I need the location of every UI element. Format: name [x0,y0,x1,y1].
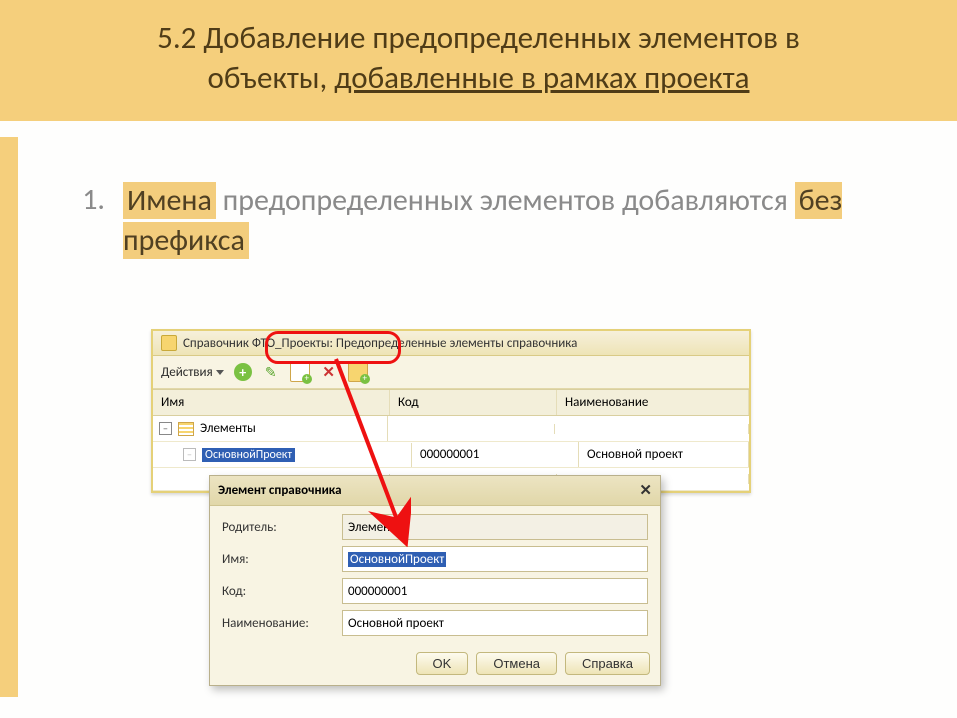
dialog-body: Родитель: Элементы Имя: ОсновнойПроект К… [210,506,660,646]
add-group-icon[interactable] [348,362,368,382]
label-name: Имя: [222,552,342,567]
table-row[interactable]: − ОсновнойПроект 000000001 Основной прое… [153,442,749,468]
label-code: Код: [222,584,342,599]
row-elements-label: Элементы [200,421,256,436]
actions-label: Действия [161,365,213,380]
title-line2-underlined: добавленные в рамках проекта [334,59,749,97]
folder-icon [178,422,194,436]
add-icon[interactable]: + [234,363,252,381]
catalog-window: Справочник ФТО_Проекты: Предопределенные… [151,329,751,493]
parent-field[interactable]: Элементы [342,514,648,540]
title-line1: 5.2 Добавление предопределенных элементо… [157,19,800,57]
code-field[interactable]: 000000001 [342,578,648,604]
list-item-1: 1. Имена предопределенных элементов доба… [55,181,897,262]
window-titlebar: Справочник ФТО_Проекты: Предопределенные… [153,331,749,356]
label-title: Наименование: [222,616,342,631]
toolbar: Действия + ✎ ✕ [153,356,749,389]
delete-icon[interactable]: ✕ [320,363,338,381]
help-button[interactable]: Справка [565,652,650,675]
label-parent: Родитель: [222,520,342,535]
collapse-icon[interactable]: − [159,422,172,435]
add-item-icon[interactable] [290,362,310,382]
slide-header: 5.2 Добавление предопределенных элементо… [0,0,957,126]
dialog-titlebar: Элемент справочника ✕ [210,476,660,506]
row-code: 000000001 [412,442,579,467]
left-accent-strip [0,137,18,697]
title-field[interactable]: Основной проект [342,610,648,636]
highlight-names: Имена [123,182,216,219]
slide-title: 5.2 Добавление предопределенных элементо… [30,18,927,99]
dialog-buttons: OK Отмена Справка [210,646,660,685]
title-line2a: объекты, [208,59,335,97]
annotation-oval [265,331,401,364]
actions-dropdown[interactable]: Действия [161,365,224,380]
cancel-button[interactable]: Отмена [476,652,557,675]
list-text: Имена предопределенных элементов добавля… [123,181,897,262]
col-code: Код [390,390,557,415]
list-number: 1. [55,181,105,262]
element-dialog: Элемент справочника ✕ Родитель: Элементы… [209,475,661,686]
col-title: Наименование [557,390,749,415]
catalog-icon [161,335,177,351]
chevron-down-icon [216,370,224,375]
body-list: 1. Имена предопределенных элементов доба… [55,181,897,262]
edit-icon[interactable]: ✎ [262,363,280,381]
row-name-selected: ОсновнойПроект [202,448,295,462]
list-text-mid: предопределенных элементов добавляются [216,182,795,219]
ok-button[interactable]: OK [416,652,469,675]
dialog-title-text: Элемент справочника [218,483,342,498]
col-name: Имя [153,390,390,415]
name-field[interactable]: ОсновнойПроект [342,546,648,572]
close-icon[interactable]: ✕ [639,481,652,500]
table-header: Имя Код Наименование [153,389,749,416]
row-title: Основной проект [579,442,749,467]
table-row[interactable]: − Элементы [153,416,749,442]
title-part-a: Справочник [183,336,252,351]
leaf-icon: − [183,448,196,461]
